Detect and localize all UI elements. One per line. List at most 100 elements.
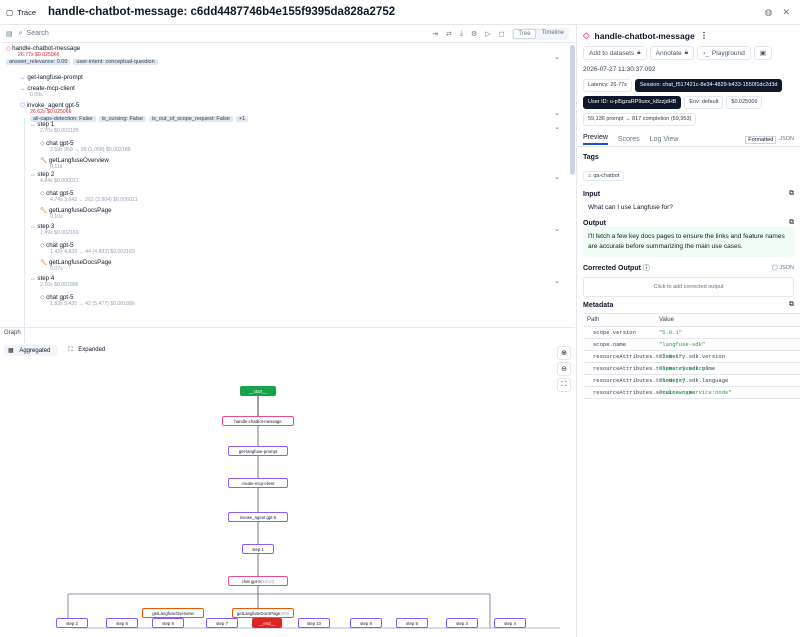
tab-scores[interactable]: Scores [618,136,640,143]
stop-icon[interactable]: ◻ [499,30,505,38]
tree-node-tool[interactable]: 🔧︎ getLangfuseDocsPage 0.07s [40,259,112,272]
tree-node-step[interactable]: ↔ step 4 2.10s $0.001886 [30,275,79,288]
tab-timeline[interactable]: Timeline [538,29,568,39]
tree-node-chat[interactable]: ◇ chat gpt-5 1.83s 5,435 → 42 (5,477) $0.… [40,294,135,307]
close-icon[interactable]: ✕ [782,7,790,18]
metadata-row: scope.version "5.9.1" [583,327,800,339]
tree-node-step[interactable]: ↔ step 1 2.70s $0.002189 [30,121,79,134]
graph-node-step[interactable]: step 8 [350,618,382,628]
play-icon[interactable]: ▷ [485,30,490,38]
score-badge: +1 [235,116,249,122]
image-icon[interactable]: ▣ [753,46,772,60]
trace-icon: ◇ [583,30,590,40]
chevron-down-icon[interactable]: ⌄ [554,123,560,131]
download-icon[interactable]: ⤓ [460,30,463,38]
metadata-label: Metadata [583,301,614,309]
copy-icon[interactable]: ⧉ [789,190,794,198]
chevron-down-icon[interactable]: ⌄ [554,277,560,285]
graph-node-step[interactable]: step 5 [396,618,428,628]
trace-label: ▢ Trace [6,7,36,17]
lock-icon: 🔒︎ [684,49,689,56]
graph-node-step[interactable]: step 2 [56,618,88,628]
tree-node-tool[interactable]: 🔧︎ getLangfuseDocsPage 0.10s [40,207,112,220]
add-to-datasets-button[interactable]: Add to datasets 🔒︎ [583,46,647,60]
graph-node-step[interactable]: step 3 [446,618,478,628]
annotate-button[interactable]: Annotate 🔒︎ [649,46,695,60]
graph-node-docs[interactable]: getLangfuseDocsPage (9/9) [232,608,294,618]
tree-node-chat[interactable]: ◇ chat gpt-5 1.42s 4,839 → 44 (4,883) $0.… [40,242,135,255]
chevron-down-icon[interactable]: ⌄ [554,109,560,117]
session-badge[interactable]: Session: chat_f517421c-8e34-4829-b433-15… [634,79,783,92]
tab-log-view[interactable]: Log View [650,136,679,143]
graph-node-start[interactable]: __start__ [240,386,276,396]
search-icon: ⌕ [18,29,23,37]
tab-tree[interactable]: Tree [513,28,536,39]
arrow-icon: ↔ [30,172,36,178]
arrow-icon: ↔ [20,86,26,92]
arrow-icon: ↔ [30,122,36,128]
tab-preview[interactable]: Preview [583,134,608,145]
cost-badge: $0.025066 [726,96,763,109]
tag-chip[interactable]: ⌂ qa-chatbot [583,171,625,181]
filter-icon[interactable]: ⇥ [432,30,438,38]
tree-node-prompt[interactable]: ↔ get-langfuse-prompt [20,74,83,81]
user-badge[interactable]: User ID: u-pl5gzaRP9uxx_k8zzjdHB [583,96,682,109]
graph-node-step[interactable]: step 10 [298,618,330,628]
tree-node-agent[interactable]: ⬡ invoke_agent gpt-5 26.62s $0.025066 al… [20,102,251,122]
graph-node-mcp[interactable]: create-mcp-client [228,478,288,488]
graph-node-end[interactable]: __end__ [252,618,282,628]
tree-node-root[interactable]: ◇ handle-chatbot-message 26.77s $0.02506… [6,45,161,65]
graph-node-step[interactable]: step 7 [206,618,238,628]
json-toggle[interactable]: ◯ JSON [772,265,794,271]
tree-node-mcp[interactable]: ↔ create-mcp-client 0.09s [20,85,75,98]
terminal-icon: ›_ [703,49,709,57]
score-badge: is_out_of_scope_request: False [148,116,233,122]
tree-node-tool[interactable]: 🔧︎ getLangfuseOverview 0.11s [40,157,109,170]
format-json[interactable]: JSON [779,136,794,144]
graph-node-step[interactable]: step 9 [152,618,184,628]
latency-badge: Latency: 26.77s [583,79,632,92]
panel-header: ◇ handle-chatbot-message ⋮ [583,30,709,41]
graph-node-prompt[interactable]: get-langfuse-prompt [228,446,288,456]
panel-icon[interactable]: ▤ [6,30,13,38]
tree-node-chat[interactable]: ◇ chat gpt-5 2.59s 959 → 99 (1,058) $0.00… [40,140,130,153]
output-label: Output [583,219,606,227]
more-icon[interactable]: ⋮ [700,30,709,41]
graph-node-step[interactable]: step 6 [106,618,138,628]
copy-icon[interactable]: ⧉ [789,219,794,227]
corrected-output-field[interactable]: Click to add corrected output [583,277,794,297]
generation-icon: ◇ [40,191,45,197]
chevron-down-icon[interactable]: ⌄ [554,173,560,181]
tree-node-step[interactable]: ↔ step 3 1.49s $0.002169 [30,223,79,236]
usage-badge: 59,136 prompt → 817 completion (59,953) [583,113,697,126]
graph-node-chat[interactable]: chat gpt-5 (10/10) [228,576,288,586]
score-badge: user-intent: conceptual-question [73,59,158,65]
graph-node-agent[interactable]: invoke_agent gpt-5 [228,512,288,522]
tree-node-step[interactable]: ↔ step 2 4.84s $0.006021 [30,171,79,184]
playground-button[interactable]: ›_ Playground [697,46,751,60]
corrected-output-label: Corrected Output ⓘ [583,265,650,272]
wrench-icon: 🔧︎ [40,158,48,164]
topbar: ▢ Trace handle-chatbot-message: c6dd44877… [0,0,800,25]
format-formatted[interactable]: Formatted [745,135,777,144]
env-badge: Env: default [684,96,724,109]
tags-label: Tags [583,154,599,161]
copy-icon[interactable]: ⧉ [789,301,794,309]
settings-icon[interactable]: ⚙ [471,30,477,38]
search-input[interactable]: Search [27,30,49,37]
globe-icon[interactable]: ◍ [765,7,773,18]
graph-node-step1[interactable]: step 1 [242,544,274,554]
info-icon: ⓘ [642,265,650,272]
graph-node-step[interactable]: step 4 [494,618,526,628]
graph-node-overview[interactable]: getLangfuseOverview [142,608,204,618]
chevron-down-icon[interactable]: ⌄ [554,53,560,61]
graph-node-handle[interactable]: handle-chatbot-message [222,416,294,426]
tree-node-chat[interactable]: ◇ chat gpt-5 4.74s 3,642 → 262 (3,904) $0… [40,190,138,203]
metadata-row: resourceAttributes.telemetry.sdk.languag… [583,375,800,387]
chevron-down-icon[interactable]: ⌄ [554,225,560,233]
swap-icon[interactable]: ⇄ [446,30,452,38]
detail-tabs: Preview Scores Log View Formatted JSON [577,133,800,147]
scrollbar[interactable] [570,45,575,175]
output-text: I'll fetch a few key docs pages to ensur… [583,227,794,257]
detail-panel: ◇ handle-chatbot-message ⋮ Add to datasets… [576,25,800,637]
